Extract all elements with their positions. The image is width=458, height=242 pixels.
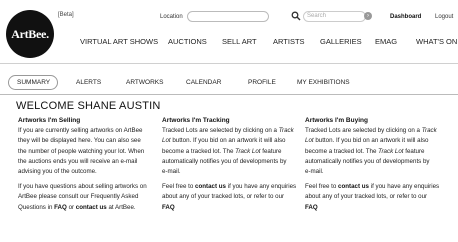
- nav-sell-art[interactable]: SELL ART: [222, 37, 257, 46]
- nav-artists[interactable]: ARTISTS: [273, 37, 305, 46]
- tracking-description: Tracked Lots are selected by clicking on…: [162, 126, 298, 177]
- divider: [0, 63, 458, 64]
- text-line: automatically notifies you of developmen…: [162, 157, 287, 165]
- text-line: If you are currently selling artworks on…: [18, 127, 143, 134]
- arrow-right-icon: ›: [367, 13, 369, 19]
- text: button. If you bid on an artwork it will…: [313, 137, 429, 145]
- tracking-help: Feel free to contact us if you have any …: [162, 182, 298, 213]
- tab-artworks[interactable]: ARTWORKS: [126, 79, 163, 86]
- text: Lot: [162, 137, 171, 145]
- text: become a tracked lot. The: [162, 147, 236, 155]
- buying-description: Tracked Lots are selected by clicking on…: [305, 126, 441, 177]
- text: Track: [278, 127, 294, 134]
- location-label: Location: [160, 14, 183, 20]
- buying-heading: Artworks I'm Buying: [305, 117, 368, 124]
- tab-summary[interactable]: SUMMARY: [17, 79, 50, 86]
- selling-help: If you have questions about selling artw…: [18, 182, 154, 213]
- text-line: become a tracked lot. The Track Lot feat…: [305, 147, 441, 157]
- text-line: about any of your tracked lots, or refer…: [305, 193, 428, 201]
- tab-profile[interactable]: PROFILE: [248, 79, 276, 86]
- text-line: advising you of the outcome.: [18, 168, 97, 176]
- text-line: Lot button. If you bid on an artwork it …: [305, 136, 441, 146]
- text: at ArtBee.: [106, 203, 136, 211]
- tab-alerts[interactable]: ALERTS: [76, 79, 101, 86]
- text: Feel free to: [305, 183, 339, 190]
- nav-auctions[interactable]: AUCTIONS: [168, 37, 207, 46]
- tracking-heading: Artworks I'm Tracking: [162, 117, 230, 124]
- nav-virtual-art-shows[interactable]: VIRTUAL ART SHOWS: [80, 37, 158, 46]
- logout-link[interactable]: Logout: [435, 14, 453, 20]
- text-line: Tracked Lots are selected by clicking on…: [305, 126, 441, 136]
- nav-whats-on[interactable]: WHAT'S ON: [416, 37, 457, 46]
- text-line: the auctions ends you will receive an e-…: [18, 157, 138, 165]
- tab-calendar[interactable]: CALENDAR: [186, 79, 221, 86]
- selling-description: If you are currently selling artworks on…: [18, 126, 154, 177]
- text-line: automatically notifies you of developmen…: [305, 157, 430, 165]
- text-line: about any of your tracked lots, or refer…: [162, 193, 285, 201]
- text-line: e-mail.: [305, 168, 324, 176]
- faq-link[interactable]: FAQ: [162, 204, 175, 211]
- text: Track Lot: [378, 147, 404, 155]
- text-line: Tracked Lots are selected by clicking on…: [162, 126, 298, 136]
- text-line: If you have questions about selling artw…: [18, 183, 147, 190]
- text: Questions in: [18, 203, 55, 211]
- text-line: e-mail.: [162, 168, 181, 176]
- text-line: FAQ: [162, 203, 298, 213]
- text-line: they will be displayed here. You can als…: [18, 137, 141, 145]
- contact-us-link[interactable]: contact us: [76, 204, 107, 211]
- selling-heading: Artworks I'm Selling: [18, 117, 81, 124]
- text-line: the number of people watching your lot. …: [18, 147, 145, 155]
- location-input[interactable]: [187, 11, 269, 22]
- text: if you have any enquiries: [368, 183, 440, 190]
- text: Tracked Lots are selected by clicking on…: [162, 127, 279, 134]
- text-line: become a tracked lot. The Track Lot feat…: [162, 147, 298, 157]
- artbee-logo[interactable]: ArtBee.: [6, 10, 54, 58]
- text: feature: [403, 147, 425, 155]
- nav-emag[interactable]: EMAG: [375, 37, 397, 46]
- text-line: Feel free to contact us if you have any …: [305, 182, 441, 192]
- text: Track Lot: [235, 147, 261, 155]
- tab-my-exhibitions[interactable]: MY EXHIBITIONS: [297, 79, 350, 86]
- search-go-button[interactable]: ›: [364, 12, 372, 20]
- divider: [0, 94, 458, 95]
- text-line: Questions in FAQ or contact us at ArtBee…: [18, 203, 154, 213]
- text: Feel free to: [162, 183, 196, 190]
- logo-text: ArtBee.: [11, 26, 49, 41]
- faq-link[interactable]: FAQ: [305, 204, 318, 211]
- text-line: FAQ: [305, 203, 441, 213]
- text-line: ArtBee please consult our Frequently Ask…: [18, 193, 139, 201]
- page-title: WELCOME SHANE AUSTIN: [16, 100, 161, 112]
- text: if you have any enquiries: [225, 183, 297, 190]
- text: Track: [421, 127, 437, 134]
- nav-galleries[interactable]: GALLERIES: [320, 37, 362, 46]
- text: or: [66, 203, 76, 211]
- search-icon: [291, 11, 301, 21]
- beta-badge: [Beta]: [58, 12, 74, 18]
- dashboard-link[interactable]: Dashboard: [390, 14, 421, 20]
- text-line: Feel free to contact us if you have any …: [162, 182, 298, 192]
- text: Tracked Lots are selected by clicking on…: [305, 127, 422, 134]
- faq-link[interactable]: FAQ: [54, 204, 67, 211]
- text: become a tracked lot. The: [305, 147, 379, 155]
- buying-help: Feel free to contact us if you have any …: [305, 182, 441, 213]
- text: Lot: [305, 137, 314, 145]
- text: button. If you bid on an artwork it will…: [170, 137, 286, 145]
- text: feature: [260, 147, 282, 155]
- contact-us-link[interactable]: contact us: [338, 183, 369, 190]
- search-input[interactable]: Search: [303, 11, 366, 22]
- contact-us-link[interactable]: contact us: [195, 183, 226, 190]
- text-line: Lot button. If you bid on an artwork it …: [162, 136, 298, 146]
